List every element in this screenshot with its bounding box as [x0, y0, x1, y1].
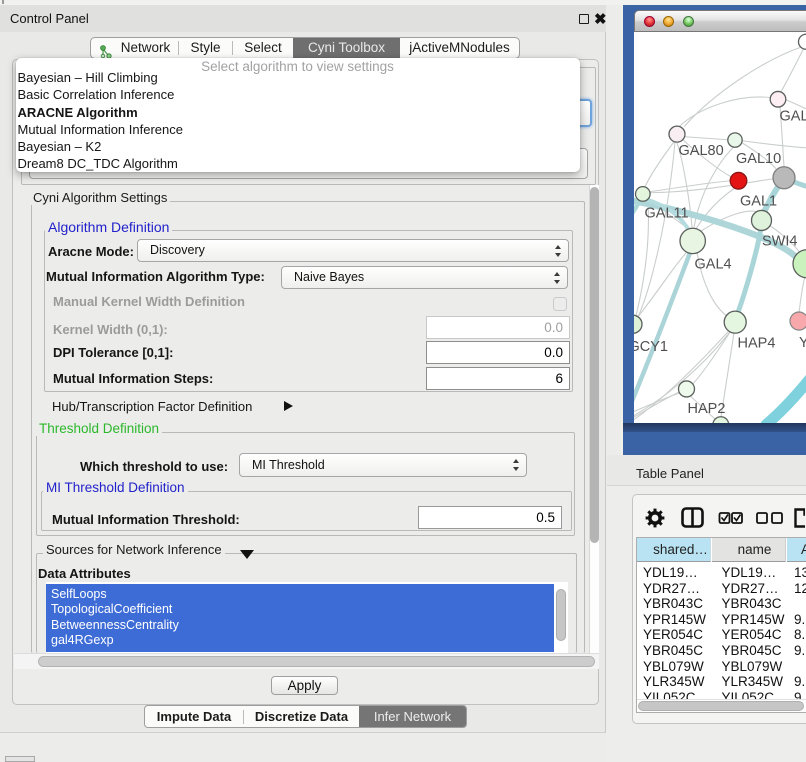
svg-text:Y: Y: [799, 334, 806, 350]
svg-text:GAL: GAL: [780, 108, 806, 124]
svg-text:HAP2: HAP2: [688, 400, 726, 416]
svg-text:GCY1: GCY1: [634, 338, 668, 354]
svg-text:SWI4: SWI4: [762, 233, 797, 249]
svg-text:GAL10: GAL10: [736, 150, 781, 166]
svg-text:HAP4: HAP4: [738, 335, 776, 351]
svg-text:GAL4: GAL4: [695, 256, 732, 272]
svg-text:GAL80: GAL80: [679, 142, 724, 158]
svg-text:GAL1: GAL1: [740, 193, 777, 209]
svg-text:GAL11: GAL11: [645, 205, 689, 221]
